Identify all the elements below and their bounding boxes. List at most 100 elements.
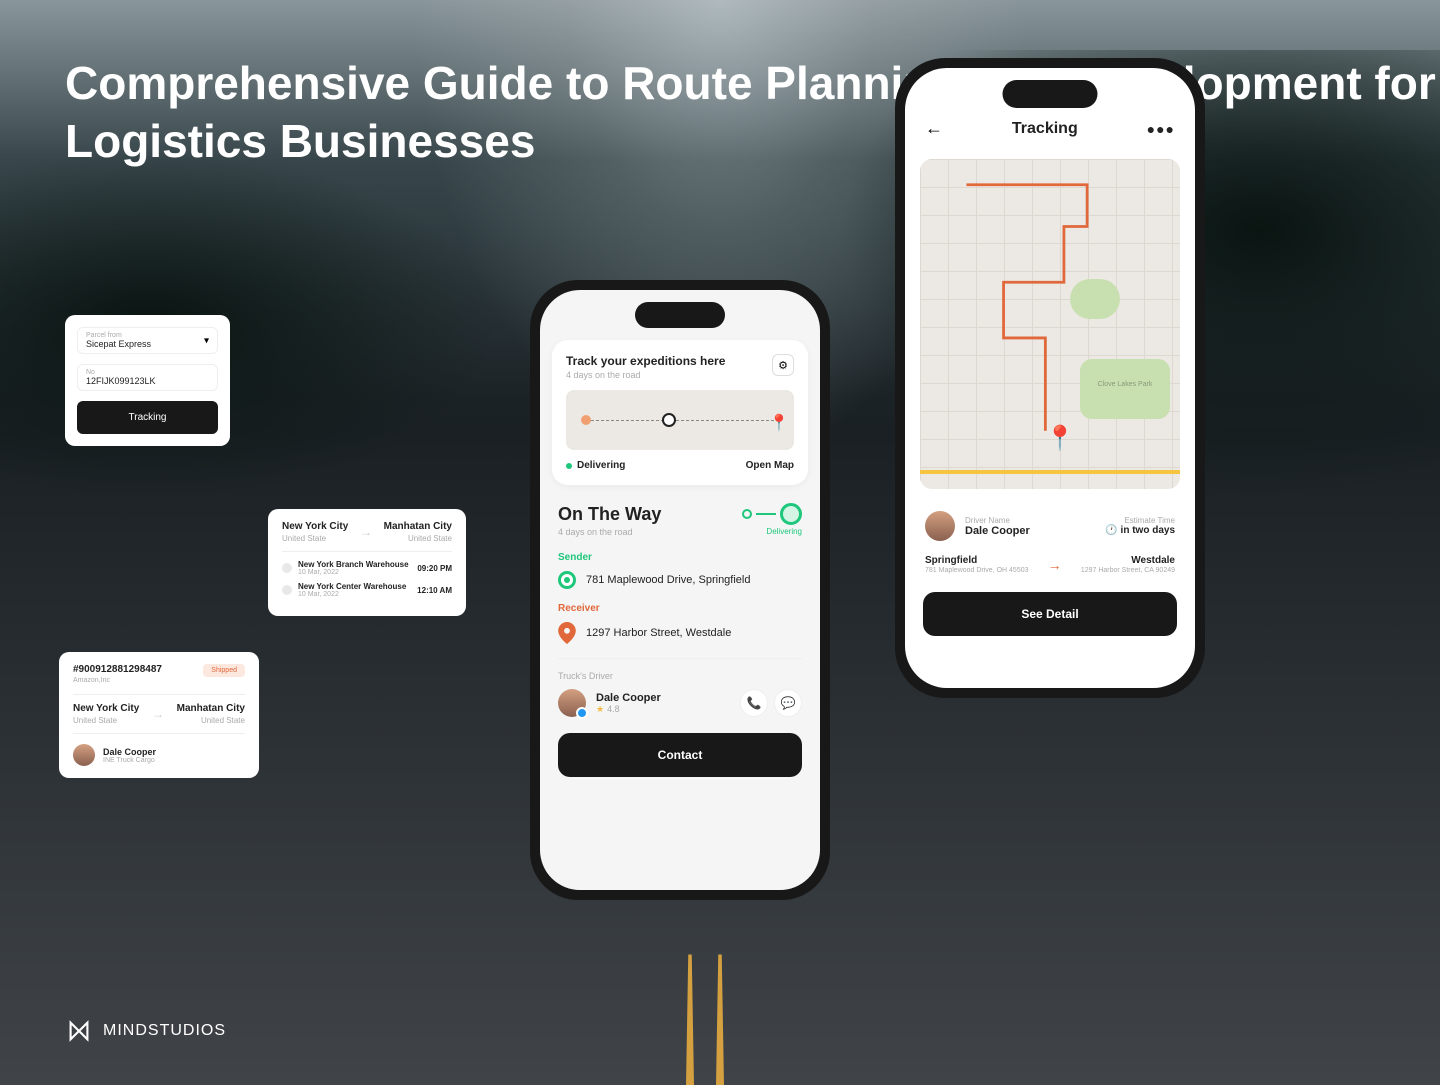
driver-name-label: Driver Name (965, 516, 1030, 525)
sender-address-row: 781 Maplewood Drive, Springfield (558, 571, 802, 589)
mini-map: 📍 (566, 390, 794, 450)
logo-mark-icon (65, 1017, 93, 1045)
shipment-card: #900912881298487 Amazon,Inc Shipped New … (59, 652, 259, 778)
driver-name: Dale Cooper (103, 747, 156, 757)
on-the-way-section: On The Way 4 days on the road Delivering… (558, 503, 802, 644)
receiver-label: Receiver (558, 603, 802, 614)
driver-avatar (925, 511, 955, 541)
map-pin-icon: 📍 (769, 413, 779, 423)
sender-address: 781 Maplewood Drive, Springfield (586, 574, 750, 586)
star-icon: ★ (596, 704, 604, 715)
tracking-map[interactable]: Clove Lakes Park 📍 (920, 159, 1180, 489)
driver-avatar (558, 689, 586, 717)
driver-name: Dale Cooper (596, 692, 661, 704)
tracking-route-row: Springfield 781 Maplewood Drive, OH 4550… (905, 551, 1195, 582)
sender-label: Sender (558, 552, 802, 563)
delivery-status: Delivering (566, 460, 625, 471)
receiver-address: 1297 Harbor Street, Westdale (586, 627, 731, 639)
clock-icon: 🕐 (1105, 525, 1117, 536)
chevron-down-icon: ▾ (204, 335, 209, 346)
shipment-to-country: United State (177, 716, 245, 725)
more-icon[interactable]: ●●● (1147, 121, 1175, 137)
shipment-company: Amazon,Inc (73, 677, 162, 684)
receiver-address-row: 1297 Harbor Street, Westdale (558, 622, 802, 644)
shipment-id: #900912881298487 (73, 664, 162, 675)
driver-name: Dale Cooper (965, 525, 1030, 537)
driver-company: INE Truck Cargo (103, 757, 156, 764)
phone-icon: 📞 (747, 696, 762, 710)
waypoint-name: New York Branch Warehouse (298, 560, 409, 569)
waypoint-name: New York Center Warehouse (298, 582, 406, 591)
courier-value: Sicepat Express (86, 339, 209, 349)
phone-notch (635, 302, 725, 328)
status-badge: Shipped (203, 664, 245, 677)
track-card-subtitle: 4 days on the road (566, 370, 725, 380)
courier-label: Parcel from (86, 332, 209, 339)
see-detail-button[interactable]: See Detail (923, 592, 1177, 636)
contact-button[interactable]: Contact (558, 733, 802, 777)
logo-text: MINDSTUDIOS (103, 1022, 226, 1040)
phone-notch (1003, 80, 1098, 108)
waypoint-time: 12:10 AM (417, 586, 452, 595)
page-headline: Comprehensive Guide to Route Planning Ap… (65, 55, 1440, 170)
chat-icon: 💬 (781, 696, 796, 710)
verified-badge-icon (576, 707, 588, 719)
open-map-link[interactable]: Open Map (746, 460, 794, 471)
tracking-number-input[interactable]: No 12FIJK099123LK (77, 364, 218, 391)
otw-title: On The Way (558, 504, 661, 525)
phone-mockup-tracking: ← Tracking ●●● Clove Lakes Park 📍 Driver… (895, 58, 1205, 698)
route-card: New York City United State → Manhatan Ci… (268, 509, 466, 616)
waypoint-row: New York Branch Warehouse 10 Mar, 2022 0… (282, 560, 452, 576)
waypoint-date: 10 Mar, 2022 (298, 569, 409, 576)
shipment-to-city: Manhatan City (177, 703, 245, 714)
sender-pin-icon (558, 571, 576, 589)
estimate-value: 🕐 in two days (1105, 525, 1175, 536)
phone-mockup-ontheway: Track your expeditions here 4 days on th… (530, 280, 830, 900)
waypoint-date: 10 Mar, 2022 (298, 591, 406, 598)
arrow-right-icon: → (152, 707, 164, 721)
driver-section-label: Truck's Driver (558, 671, 802, 681)
tracking-from-addr: 781 Maplewood Drive, OH 45503 (925, 567, 1029, 574)
arrow-right-icon: → (360, 525, 372, 539)
location-pin-icon: 📍 (1045, 424, 1075, 453)
waypoint-time: 09:20 PM (417, 564, 452, 573)
route-cities: New York City United State → Manhatan Ci… (282, 521, 452, 552)
receiver-pin-icon (558, 622, 576, 644)
back-arrow-icon[interactable]: ← (925, 118, 943, 139)
arrow-right-icon: → (1048, 557, 1062, 573)
tracking-number-value: 12FIJK099123LK (86, 376, 209, 386)
shipment-from-country: United State (73, 716, 139, 725)
route-from-city: New York City (282, 521, 348, 532)
tracking-number-label: No (86, 369, 209, 376)
driver-section: Truck's Driver Dale Cooper ★ 4.8 (558, 658, 802, 717)
park-label: Clove Lakes Park (1080, 359, 1170, 388)
tracking-to-addr: 1297 Harbor Street, CA 90249 (1081, 567, 1175, 574)
shipment-route: New York City United State → Manhatan Ci… (73, 694, 245, 734)
tracking-driver-row: Driver Name Dale Cooper Estimate Time 🕐 … (905, 497, 1195, 551)
waypoint-row: New York Center Warehouse 10 Mar, 2022 1… (282, 582, 452, 598)
waypoint-dot-icon (282, 563, 292, 573)
map-current-icon (662, 413, 676, 427)
progress-indicator (742, 503, 802, 525)
mindstudios-logo: MINDSTUDIOS (65, 1017, 226, 1045)
expedition-track-card: Track your expeditions here 4 days on th… (552, 340, 808, 485)
track-card-title: Track your expeditions here (566, 354, 725, 368)
route-to-country: United State (384, 534, 452, 543)
tracking-button[interactable]: Tracking (77, 401, 218, 434)
gear-icon[interactable]: ⚙ (772, 354, 794, 376)
message-button[interactable]: 💬 (774, 689, 802, 717)
waypoint-dot-icon (282, 585, 292, 595)
tracking-form-card: Parcel from Sicepat Express ▾ No 12FIJK0… (65, 315, 230, 446)
map-start-icon (581, 415, 591, 425)
call-button[interactable]: 📞 (740, 689, 768, 717)
driver-avatar (73, 744, 95, 766)
driver-rating: ★ 4.8 (596, 704, 661, 715)
route-from-country: United State (282, 534, 348, 543)
tracking-to-city: Westdale (1081, 555, 1175, 566)
estimate-label: Estimate Time (1105, 516, 1175, 525)
shipment-from-city: New York City (73, 703, 139, 714)
shipment-driver: Dale Cooper INE Truck Cargo (73, 744, 245, 766)
route-to-city: Manhatan City (384, 521, 452, 532)
courier-select[interactable]: Parcel from Sicepat Express ▾ (77, 327, 218, 354)
tracking-title: Tracking (1012, 120, 1078, 138)
